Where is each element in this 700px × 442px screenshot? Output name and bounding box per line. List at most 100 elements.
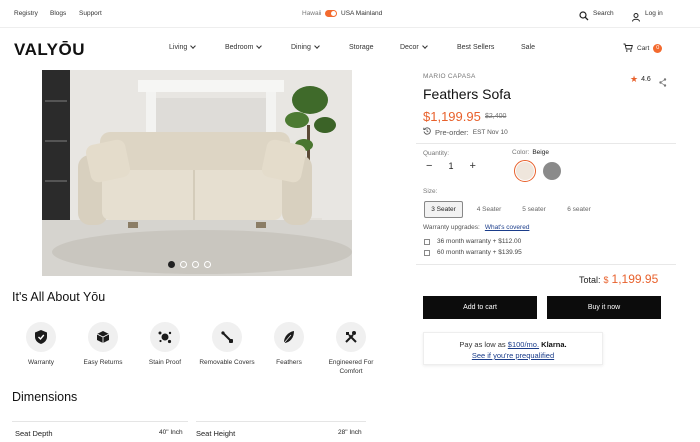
shield-icon	[26, 322, 56, 352]
color-swatch-beige[interactable]	[514, 160, 536, 182]
nav-item-living[interactable]: Living	[169, 43, 197, 51]
carousel-dot[interactable]	[168, 261, 175, 268]
chevron-down-icon	[314, 43, 320, 49]
nav-item-label: Best Sellers	[457, 44, 495, 51]
cart-count-badge: 0	[653, 44, 663, 53]
search-icon[interactable]	[579, 8, 589, 26]
divider	[196, 421, 366, 422]
preorder-date: EST Nov 10	[472, 128, 508, 136]
feature-feathers: Feathers	[259, 322, 319, 376]
cart-icon	[623, 43, 633, 54]
carousel-dot[interactable]	[180, 261, 187, 268]
history-icon	[423, 127, 431, 137]
user-icon[interactable]	[632, 9, 640, 27]
color-value: Beige	[532, 149, 549, 156]
feature-covers: Removable Covers	[197, 322, 257, 376]
size-option-6-seater[interactable]: 6 seater	[558, 201, 600, 218]
size-option-3-seater[interactable]: 3 Seater	[424, 201, 463, 218]
klarna-amount-link[interactable]: $100/mo.	[508, 340, 539, 349]
chevron-down-icon	[421, 43, 428, 49]
whats-covered-link[interactable]: What's covered	[485, 224, 530, 231]
product-image[interactable]	[42, 70, 352, 276]
feather-icon	[274, 322, 304, 352]
blogs-link[interactable]: Blogs	[50, 10, 66, 17]
warranty-option-36[interactable]: 36 month warranty + $112.00	[424, 238, 521, 245]
cart-button[interactable]: Cart 0	[623, 43, 663, 54]
klarna-prequalify-link[interactable]: See if you're prequalified	[424, 351, 602, 360]
checkbox[interactable]	[424, 249, 430, 256]
share-icon[interactable]	[659, 74, 667, 92]
divider	[416, 143, 676, 144]
logo[interactable]: VALYŌU	[14, 40, 85, 60]
feature-label: Feathers	[276, 359, 302, 366]
top-bar: Registry Blogs Support Hawaii USA Mainla…	[0, 0, 700, 28]
carousel-dot[interactable]	[204, 261, 211, 268]
nav-item-storage[interactable]: Storage	[349, 44, 374, 51]
region-toggle[interactable]	[325, 10, 337, 17]
quantity-decrease-button[interactable]: −	[426, 160, 432, 172]
box-icon	[88, 322, 118, 352]
nav-item-best-sellers[interactable]: Best Sellers	[457, 44, 494, 51]
registry-link[interactable]: Registry	[14, 10, 38, 17]
nav-item-label: Dining	[291, 44, 311, 51]
total-label: Total:	[579, 275, 601, 285]
feature-warranty: Warranty	[11, 322, 71, 376]
product-brand[interactable]: MARIO CAPASA	[423, 73, 476, 80]
rating-value: 4.6	[641, 76, 651, 83]
warranty-option-label: 60 month warranty + $139.95	[437, 249, 522, 256]
klarna-brand: Klarna.	[541, 340, 567, 349]
carousel-dot[interactable]	[192, 261, 199, 268]
nav-item-sale[interactable]: Sale	[521, 44, 535, 51]
color-swatch-gray[interactable]	[543, 162, 561, 180]
klarna-text: Pay as low as $100/mo. Klarna.	[424, 340, 602, 349]
support-link[interactable]: Support	[79, 10, 102, 17]
feature-label: Stain Proof	[148, 359, 182, 366]
chevron-down-icon	[256, 43, 263, 49]
region-hawaii-label[interactable]: Hawaii	[302, 10, 322, 17]
total-value: 1,199.95	[611, 272, 659, 286]
nav-item-decor[interactable]: Decor	[400, 43, 428, 51]
region-mainland-label[interactable]: USA Mainland	[341, 10, 382, 17]
total: Total: $ 1,199.95	[579, 272, 658, 286]
about-title: It's All About Yōu	[12, 290, 106, 304]
feature-label: Easy Returns	[83, 359, 123, 366]
divider	[12, 421, 188, 422]
feature-returns: Easy Returns	[73, 322, 133, 376]
feature-label: Warranty	[27, 359, 55, 366]
carousel-dots	[168, 261, 211, 268]
size-option-4-seater[interactable]: 4 Seater	[468, 201, 510, 218]
size-option-5-seater[interactable]: 5 seater	[513, 201, 555, 218]
splash-icon	[150, 322, 180, 352]
seat-depth-value: 40" Inch	[159, 429, 183, 436]
price: $1,199.95	[423, 109, 481, 124]
sofa-illustration	[42, 70, 352, 276]
quantity-increase-button[interactable]: +	[469, 160, 475, 172]
add-to-cart-button[interactable]: Add to cart	[423, 296, 537, 319]
seat-height-value: 28" Inch	[338, 429, 362, 436]
warranty-label: Warranty upgrades:	[423, 224, 480, 231]
quantity-value[interactable]: 1	[448, 161, 453, 171]
feature-stain: Stain Proof	[135, 322, 195, 376]
color-selector-label: Color: Beige	[512, 149, 549, 156]
preorder-label: Pre-order:	[435, 127, 469, 137]
nav-item-label: Bedroom	[225, 44, 254, 51]
dimensions-title: Dimensions	[12, 390, 78, 404]
search-link[interactable]: Search	[593, 10, 614, 17]
total-currency: $	[603, 275, 609, 285]
rating[interactable]: ★ 4.6	[630, 74, 651, 85]
nav-item-label: Decor	[400, 44, 419, 51]
feature-label: Engineered For Comfort	[328, 359, 374, 375]
checkbox[interactable]	[424, 238, 430, 245]
login-link[interactable]: Log in	[645, 10, 663, 17]
warranty-option-60[interactable]: 60 month warranty + $139.95	[424, 249, 522, 256]
klarna-promo: Pay as low as $100/mo. Klarna. See if yo…	[423, 332, 603, 365]
star-icon: ★	[630, 74, 639, 84]
buy-now-button[interactable]: Buy it now	[547, 296, 661, 319]
old-price: $2,400	[485, 113, 507, 120]
nav-item-label: Storage	[349, 44, 374, 51]
seat-height-label: Seat Height	[196, 429, 236, 438]
nav-item-dining[interactable]: Dining	[291, 43, 320, 51]
nav-item-bedroom[interactable]: Bedroom	[225, 43, 263, 51]
quantity-stepper: − 1 +	[426, 160, 476, 172]
color-swatch-fill	[516, 162, 534, 180]
